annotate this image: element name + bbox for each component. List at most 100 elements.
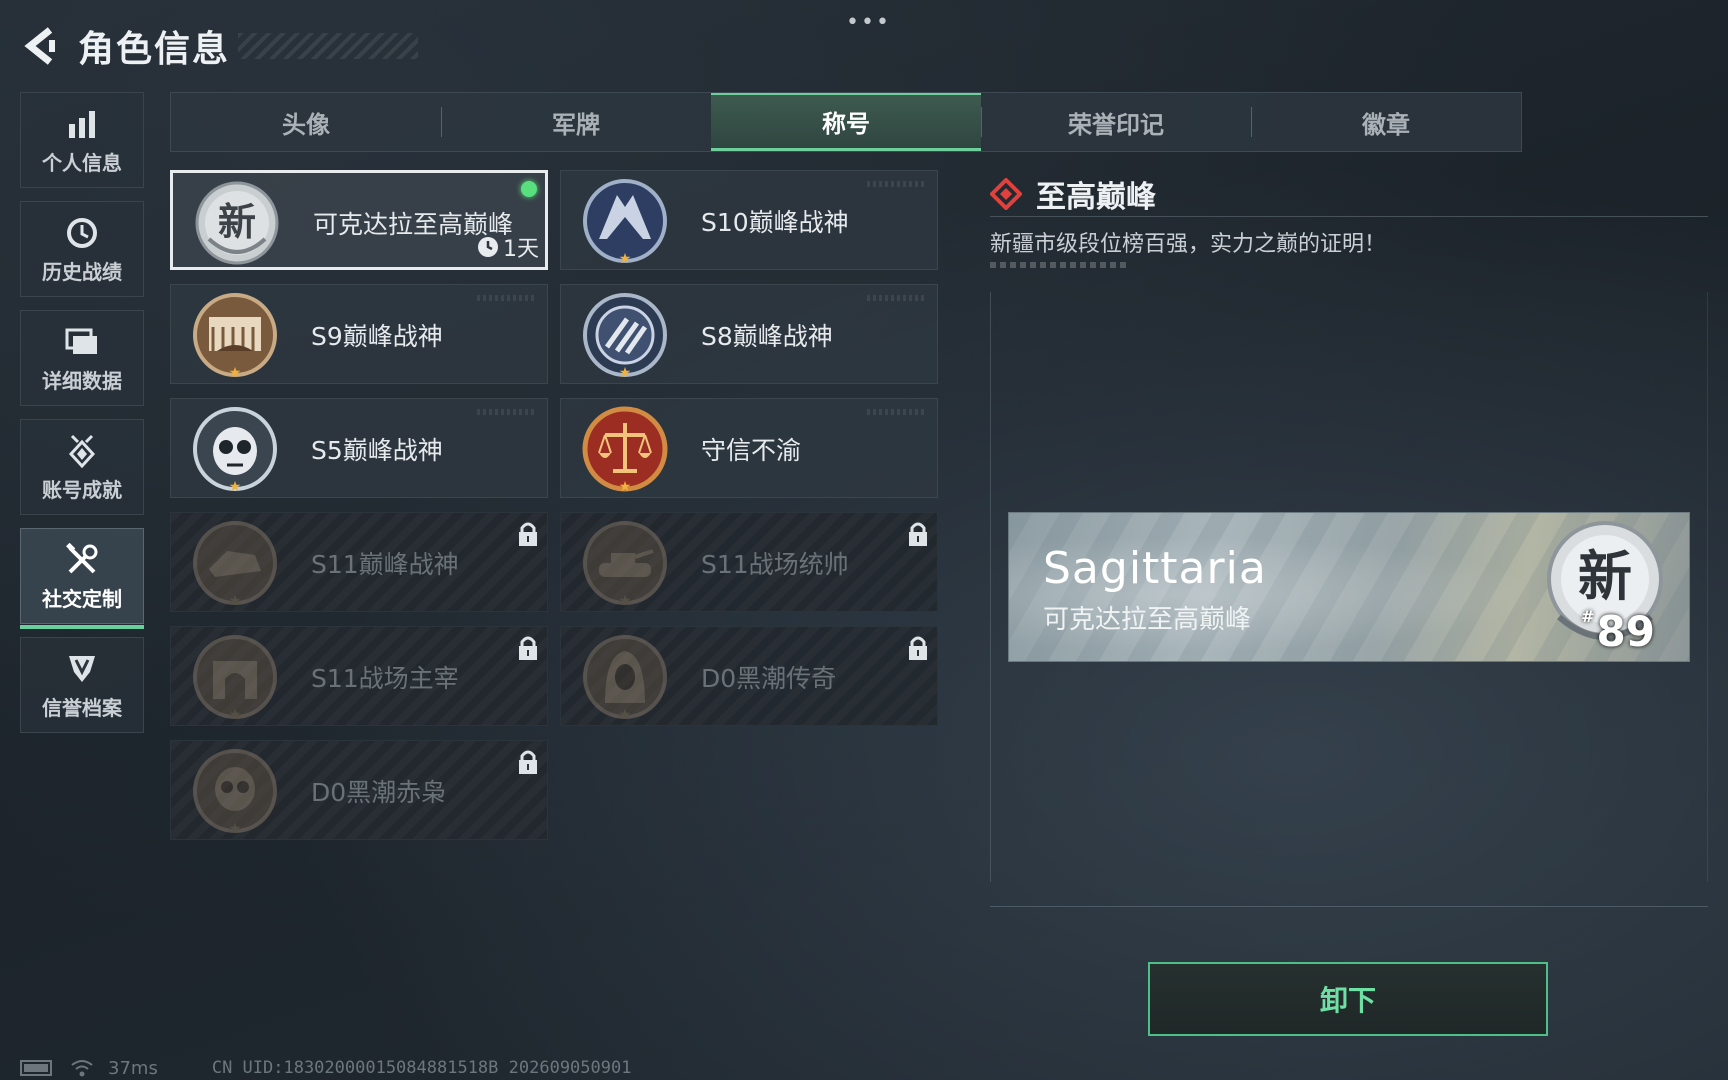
description-decoration bbox=[990, 262, 1126, 268]
title-name: D0黑潮传奇 bbox=[701, 664, 837, 693]
rank-value: 89 bbox=[1596, 607, 1655, 656]
lock-icon bbox=[519, 636, 537, 660]
detail-description: 新疆市级段位榜百强，实力之巅的证明！ bbox=[990, 232, 1387, 257]
preview-title-text: 可克达拉至高巅峰 bbox=[1043, 605, 1252, 635]
title-name: S10巅峰战神 bbox=[701, 208, 849, 237]
title-decoration bbox=[238, 33, 419, 59]
title-name: D0黑潮赤枭 bbox=[311, 778, 447, 807]
title-name: S8巅峰战神 bbox=[701, 322, 833, 351]
card-decoration bbox=[867, 409, 927, 415]
svg-text:★: ★ bbox=[619, 479, 632, 493]
s8-medal-icon: ★ bbox=[583, 293, 667, 379]
status-bar: 37ms CN UID:18302000015084881518B 202609… bbox=[20, 1056, 631, 1080]
title-card-s11-dominator[interactable]: ★ S11战场主宰 bbox=[170, 626, 548, 726]
panel-divider bbox=[990, 906, 1708, 907]
wifi-icon bbox=[71, 1060, 93, 1077]
sidebar-item-history[interactable]: 历史战绩 bbox=[20, 201, 144, 297]
detail-title: 至高巅峰 bbox=[1036, 180, 1156, 215]
title-card-s11-god[interactable]: ★ S11巅峰战神 bbox=[170, 512, 548, 612]
page-header: 角色信息 bbox=[20, 18, 419, 74]
sidebar-item-label: 社交定制 bbox=[42, 586, 122, 611]
achievement-icon bbox=[66, 432, 98, 470]
sidebar-item-label: 个人信息 bbox=[42, 150, 122, 175]
lock-icon bbox=[909, 522, 927, 546]
title-card-s8[interactable]: ★ S8巅峰战神 bbox=[560, 284, 938, 384]
tools-icon bbox=[65, 541, 99, 579]
tab-title[interactable]: 称号 bbox=[711, 93, 981, 151]
sidebar-item-label: 历史战绩 bbox=[42, 259, 122, 284]
svg-text:★: ★ bbox=[229, 365, 242, 379]
unequip-button[interactable]: 卸下 bbox=[1148, 962, 1548, 1036]
user-uid: CN UID:18302000015084881518B 20260905090… bbox=[211, 1058, 632, 1078]
svg-text:★: ★ bbox=[229, 821, 242, 835]
clock-icon bbox=[65, 214, 99, 252]
hooded-medal-icon: ★ bbox=[583, 635, 667, 721]
tab-avatar[interactable]: 头像 bbox=[171, 93, 441, 151]
page-title: 角色信息 bbox=[78, 29, 231, 70]
lock-icon bbox=[519, 522, 537, 546]
svg-text:★: ★ bbox=[619, 593, 632, 607]
remaining-time: 1天 bbox=[477, 231, 539, 263]
title-name: S11战场主宰 bbox=[311, 664, 459, 693]
battery-icon bbox=[20, 1060, 52, 1076]
bar-chart-icon bbox=[66, 105, 98, 143]
title-preview-banner: Sagittaria 可克达拉至高巅峰 新 #89 bbox=[1008, 512, 1690, 662]
detail-divider bbox=[990, 216, 1708, 217]
sidebar-item-label: 账号成就 bbox=[42, 477, 122, 502]
svg-text:★: ★ bbox=[619, 707, 632, 721]
card-decoration bbox=[867, 181, 927, 187]
s9-medal-icon: ★ bbox=[193, 293, 277, 379]
svg-text:★: ★ bbox=[619, 365, 632, 379]
more-options-dots[interactable]: ••• bbox=[846, 10, 891, 35]
svg-text:★: ★ bbox=[229, 479, 242, 493]
back-button[interactable] bbox=[20, 21, 60, 71]
title-card-d0-owl[interactable]: ★ D0黑潮赤枭 bbox=[170, 740, 548, 840]
tab-dogtag[interactable]: 军牌 bbox=[441, 93, 711, 151]
title-card-s9[interactable]: ★ S9巅峰战神 bbox=[170, 284, 548, 384]
remaining-time-value: 1天 bbox=[503, 237, 539, 262]
svg-text:★: ★ bbox=[229, 593, 242, 607]
xin-medal-icon: 新 bbox=[195, 181, 279, 265]
title-name: S5巅峰战神 bbox=[311, 436, 443, 465]
scales-medal-icon: ★ bbox=[582, 406, 668, 493]
player-name: Sagittaria bbox=[1043, 543, 1267, 594]
sidebar-item-achievements[interactable]: 账号成就 bbox=[20, 419, 144, 515]
diamond-icon bbox=[990, 178, 1022, 210]
back-arrow-icon bbox=[24, 27, 55, 65]
title-name: 守信不渝 bbox=[701, 436, 802, 465]
rank-prefix: # bbox=[1581, 607, 1595, 626]
sidebar-item-label: 详细数据 bbox=[42, 368, 122, 393]
tab-badge[interactable]: 徽章 bbox=[1251, 93, 1521, 151]
detail-header: 至高巅峰 bbox=[990, 172, 1156, 216]
s11-medal-icon: ★ bbox=[193, 521, 277, 607]
shield-icon bbox=[66, 650, 98, 688]
rank-number: #89 bbox=[1581, 607, 1655, 656]
sidebar-item-social-custom[interactable]: 社交定制 bbox=[20, 528, 144, 629]
title-card-kekedala[interactable]: 新 可克达拉至高巅峰 1天 bbox=[170, 170, 548, 270]
card-decoration bbox=[867, 295, 927, 301]
title-card-s10[interactable]: ★ S10巅峰战神 bbox=[560, 170, 938, 270]
sidebar-item-personal-info[interactable]: 个人信息 bbox=[20, 92, 144, 188]
s10-medal-icon: ★ bbox=[583, 179, 667, 265]
title-card-d0-legend[interactable]: ★ D0黑潮传奇 bbox=[560, 626, 938, 726]
title-card-faithful[interactable]: ★ 守信不渝 bbox=[560, 398, 938, 498]
category-tabs: 头像 军牌 称号 荣誉印记 徽章 bbox=[170, 92, 1522, 152]
s5-medal-icon: ★ bbox=[193, 407, 277, 493]
tab-honor-mark[interactable]: 荣誉印记 bbox=[981, 93, 1251, 151]
sidebar-item-reputation[interactable]: 信誉档案 bbox=[20, 637, 144, 733]
card-decoration bbox=[477, 409, 537, 415]
title-name: S11战场统帅 bbox=[701, 550, 849, 579]
lock-icon bbox=[909, 636, 927, 660]
arch-medal-icon: ★ bbox=[193, 635, 277, 721]
title-card-s11-commander[interactable]: ★ S11战场统帅 bbox=[560, 512, 938, 612]
sidebar-item-details[interactable]: 详细数据 bbox=[20, 310, 144, 406]
svg-text:新: 新 bbox=[218, 199, 256, 244]
title-name: S11巅峰战神 bbox=[311, 550, 459, 579]
card-decoration bbox=[477, 295, 537, 301]
svg-text:★: ★ bbox=[619, 251, 632, 265]
equipped-indicator bbox=[521, 181, 537, 197]
clock-icon bbox=[478, 237, 498, 257]
svg-text:新: 新 bbox=[1578, 544, 1632, 608]
title-card-s5[interactable]: ★ S5巅峰战神 bbox=[170, 398, 548, 498]
skull-medal-icon: ★ bbox=[193, 749, 277, 835]
